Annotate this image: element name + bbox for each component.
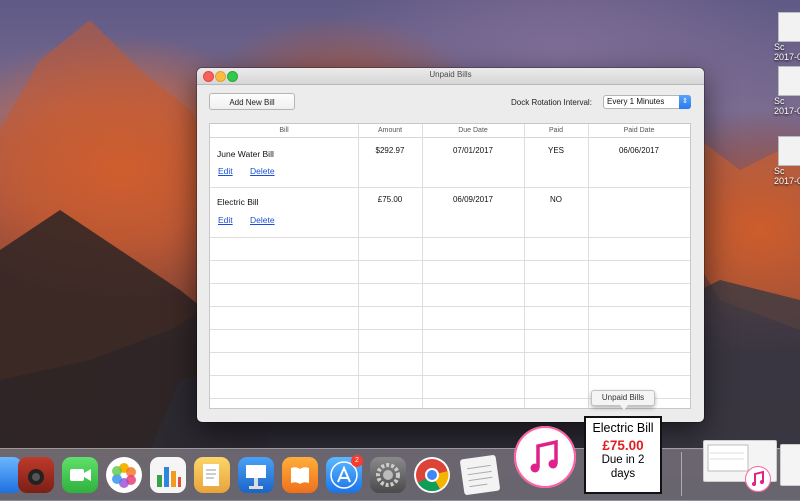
- bill-due-date: 06/09/2017: [452, 195, 494, 204]
- edit-link[interactable]: Edit: [218, 215, 233, 225]
- keynote-icon[interactable]: [238, 457, 274, 493]
- bill-paid: YES: [547, 146, 564, 155]
- delete-link[interactable]: Delete: [250, 215, 275, 225]
- chrome-logo-icon: [416, 459, 449, 492]
- table-row[interactable]: Electric Bill Edit Delete £75.00 06/09/2…: [210, 188, 690, 238]
- tile-bill-name: Electric Bill: [592, 421, 654, 435]
- numbers-icon[interactable]: [150, 457, 186, 493]
- desktop-file[interactable]: Sc 2017-0: [774, 136, 800, 186]
- rotation-interval-value: Every 1 Minutes: [607, 97, 665, 106]
- minimized-window-thumbnail[interactable]: [780, 444, 800, 486]
- empty-row: [210, 330, 690, 353]
- bills-table: Bill Amount Due Date Paid Paid Date June…: [209, 123, 691, 409]
- dock-separator: [681, 452, 682, 496]
- video-camera-icon: [70, 469, 91, 481]
- facetime-icon[interactable]: [62, 457, 98, 493]
- tile-due: Due in 2 days: [601, 454, 645, 480]
- delete-link[interactable]: Delete: [250, 166, 275, 176]
- itunes-mini-icon: [745, 466, 771, 492]
- file-label: 2017-0: [774, 176, 800, 186]
- dock-tooltip: Unpaid Bills: [591, 390, 655, 410]
- itunes-icon[interactable]: [514, 426, 576, 488]
- rotation-interval-select[interactable]: Every 1 Minutes ⇕: [603, 95, 691, 109]
- file-thumbnail-icon: [778, 66, 800, 96]
- app-store-badge: 2: [351, 455, 363, 467]
- column-header-paid[interactable]: Paid: [524, 124, 588, 137]
- file-label: Sc: [774, 96, 785, 106]
- file-label: 2017-0: [774, 52, 800, 62]
- file-thumbnail-icon: [778, 12, 800, 42]
- empty-row: [210, 353, 690, 376]
- camera-icon: [28, 469, 44, 485]
- column-header-bill[interactable]: Bill: [210, 124, 358, 137]
- empty-row: [210, 238, 690, 261]
- flower-icon: [112, 463, 136, 488]
- desktop-file[interactable]: Sc 2017-0: [774, 66, 800, 116]
- desktop-file[interactable]: Sc 2017-0: [774, 12, 800, 62]
- bill-amount: £75.00: [377, 195, 403, 204]
- chevron-updown-icon[interactable]: ⇕: [679, 95, 691, 109]
- bill-due-date: 07/01/2017: [452, 146, 494, 155]
- empty-row: [210, 284, 690, 307]
- notepad-icon: [466, 464, 493, 488]
- bill-paid: NO: [550, 195, 562, 204]
- table-row[interactable]: June Water Bill Edit Delete $292.97 07/0…: [210, 138, 690, 188]
- chrome-icon[interactable]: [414, 457, 450, 493]
- toolbar: Add New Bill Dock Rotation Interval: Eve…: [197, 85, 704, 125]
- music-note-icon: [752, 470, 764, 486]
- empty-row: [210, 261, 690, 284]
- bill-name: Electric Bill: [217, 197, 259, 207]
- photos-icon[interactable]: [106, 457, 142, 493]
- podium-icon: [246, 465, 266, 489]
- tile-amount: £75.00: [602, 438, 644, 453]
- photo-booth-icon[interactable]: [18, 457, 54, 493]
- unpaid-bills-dock-tile[interactable]: Electric Bill £75.00 Due in 2 days: [584, 416, 662, 494]
- pencil-document-icon: [203, 464, 219, 486]
- title-bar[interactable]: Unpaid Bills: [197, 68, 704, 85]
- system-preferences-icon[interactable]: [370, 457, 406, 493]
- bill-paid-date: 06/06/2017: [618, 146, 660, 155]
- bill-amount: $292.97: [375, 146, 405, 155]
- file-label: 2017-0: [774, 106, 800, 116]
- file-thumbnail-icon: [778, 136, 800, 166]
- file-label: Sc: [774, 42, 785, 52]
- table-header: Bill Amount Due Date Paid Paid Date: [210, 124, 690, 138]
- file-label: Sc: [774, 166, 785, 176]
- bar-chart-icon: [157, 467, 181, 487]
- bill-name: June Water Bill: [217, 149, 274, 159]
- music-note-icon: [530, 439, 558, 473]
- window-title: Unpaid Bills: [429, 70, 472, 79]
- gear-icon: [376, 463, 400, 487]
- column-header-due-date[interactable]: Due Date: [422, 124, 524, 137]
- edit-link[interactable]: Edit: [218, 166, 233, 176]
- column-header-amount[interactable]: Amount: [358, 124, 422, 137]
- column-header-paid-date[interactable]: Paid Date: [588, 124, 690, 137]
- rotation-interval-label: Dock Rotation Interval:: [511, 98, 592, 107]
- add-new-bill-button[interactable]: Add New Bill: [209, 93, 295, 110]
- ibooks-icon[interactable]: [282, 457, 318, 493]
- empty-row: [210, 307, 690, 330]
- unpaid-bills-window: Unpaid Bills Add New Bill Dock Rotation …: [197, 68, 704, 422]
- textedit-icon[interactable]: [459, 454, 501, 496]
- pages-icon[interactable]: [194, 457, 230, 493]
- book-icon: [291, 467, 309, 484]
